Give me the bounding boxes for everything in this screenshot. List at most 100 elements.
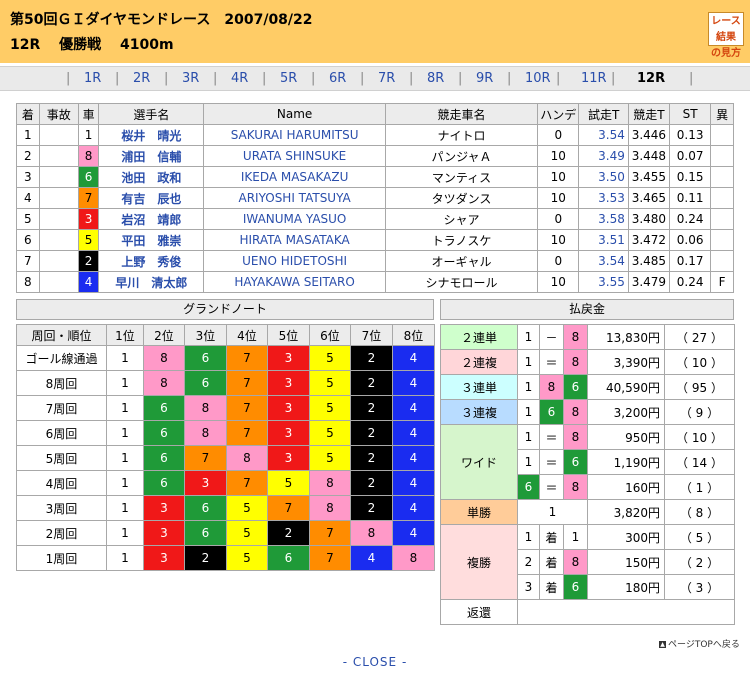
win-car: 1 [517,499,588,525]
abnormality [710,166,734,188]
wide-row-1: ワイド 1 ＝ 8 950円 （ 10 ） [440,424,735,500]
tab-race-12r[interactable]: 12R [637,71,665,86]
result-row: 1 1 桜井 晴光 SAKURAI HARUMITSU ナイトロ 0 3.54 3.446 0.… [16,124,734,146]
grand-note-col-header: 1位 [106,324,144,346]
tab-race-9r[interactable]: 9R [476,71,493,86]
rider-romaji-name: IKEDA MASAKAZU [203,166,386,188]
rider-name-link[interactable]: 平田 雅崇 [98,229,205,251]
abnormality [710,187,734,209]
lap-position-car: 6 [184,345,227,371]
lap-position-car: 7 [184,445,227,471]
lap-position-car: 6 [184,370,227,396]
lap-position-car: 2 [350,470,393,496]
abnormality [710,229,734,251]
tab-separator: | [213,71,218,86]
tab-separator: | [611,71,616,86]
rider-romaji-name: IWANUMA YASUO [203,208,386,230]
tab-race-1r[interactable]: 1R [84,71,101,86]
trio-amount: 3,200円 [587,399,665,425]
handicap: 10 [537,187,580,209]
tab-race-4r[interactable]: 4R [231,71,248,86]
lap-row: 3周回 1 3 6 5 7 8 2 4 [16,495,435,521]
exacta-second: 8 [563,324,588,350]
handicap: 0 [537,124,580,146]
result-rank: 6 [16,229,40,251]
lap-position-car: 4 [392,345,435,371]
wide-2-sep: ＝ [539,449,564,475]
lap-row: 4周回 1 6 3 7 5 8 2 4 [16,470,435,496]
rider-name-link[interactable]: 岩沼 靖郎 [98,208,205,230]
lap-label: ゴール線通過 [16,345,107,371]
race-time: 3.448 [627,145,671,167]
lap-position-car: 8 [143,345,185,371]
rider-name-link[interactable]: 上野 秀俊 [98,250,205,272]
page-top-label: ページTOPへ戻る [668,640,740,650]
results-col-header: 競走車名 [384,103,539,125]
wide-3-amount: 160円 [587,474,665,500]
tab-race-6r[interactable]: 6R [329,71,346,86]
lap-position-car: 5 [309,445,351,471]
result-accident [38,166,79,188]
quinella-first: 1 [517,349,540,375]
quinella-popularity: （ 10 ） [664,349,735,375]
lap-position-car: 6 [184,495,227,521]
handicap: 0 [537,208,580,230]
rider-name-link[interactable]: 有吉 辰也 [98,187,205,209]
lap-position-car: 4 [392,370,435,396]
guide-line-2: の見方 [711,48,741,59]
place-3-rank: 3 [517,574,540,600]
race-time: 3.480 [627,208,671,230]
quinella-amount: 3,390円 [587,349,665,375]
tab-race-8r[interactable]: 8R [427,71,444,86]
result-accident [38,145,79,167]
machine-name: トラノスケ [384,229,539,251]
tab-race-10r[interactable]: 10R [525,71,551,86]
exacta-sep: － [539,324,564,350]
guide-line-1: レース結果 [711,16,741,43]
rider-name-link[interactable]: 池田 政和 [98,166,205,188]
lap-position-car: 4 [392,495,435,521]
wide-2-first: 1 [517,449,540,475]
machine-name: マンティス [384,166,539,188]
results-table: 着事故車選手名 Name 競走車名 ハンデ 試走T 競走T ST 異 1 1 桜井 晴光 SAKUR… [16,103,734,293]
tab-separator: | [360,71,365,86]
result-row: 5 3 岩沼 靖郎 IWANUMA YASUO シャア 0 3.58 3.480 0.24 [16,208,734,230]
close-link[interactable]: - CLOSE - [0,655,750,669]
result-rank: 3 [16,166,40,188]
grand-note-col-header: 2位 [143,324,185,346]
lap-position-car: 5 [226,495,268,521]
abnormality [710,124,734,146]
result-car-number: 4 [77,271,100,293]
lap-label: 5周回 [16,445,107,471]
wide-2-amount: 1,190円 [587,449,665,475]
race-title: 第50回ＧＩダイヤモンドレース 2007/08/22 [10,12,313,28]
rider-name-link[interactable]: 浦田 信輔 [98,145,205,167]
rider-name-link[interactable]: 早川 清太郎 [98,271,205,293]
lap-position-car: 3 [267,370,310,396]
lap-label: 2周回 [16,520,107,546]
result-guide-button[interactable]: レース結果 の見方 [708,12,744,59]
lap-position-car: 4 [350,545,393,571]
place-label: 複勝 [440,524,518,600]
place-1-amount: 300円 [587,524,665,550]
machine-name: シナモロール [384,271,539,293]
start-timing: 0.13 [669,124,712,146]
tab-separator: | [556,71,561,86]
tab-race-5r[interactable]: 5R [280,71,297,86]
lap-position-car: 6 [143,395,185,421]
start-timing: 0.11 [669,187,712,209]
tab-separator: | [409,71,414,86]
abnormality [710,145,734,167]
lap-position-car: 8 [350,520,393,546]
tab-race-7r[interactable]: 7R [378,71,395,86]
lap-position-car: 3 [143,495,185,521]
tab-race-3r[interactable]: 3R [182,71,199,86]
rider-name-link[interactable]: 桜井 晴光 [98,124,205,146]
tab-separator: | [458,71,463,86]
tab-race-11r[interactable]: 11R [581,71,607,86]
page-top-link[interactable]: ▲ ページTOPへ戻る [659,637,740,650]
lap-label: 3周回 [16,495,107,521]
lap-position-car: 2 [350,420,393,446]
start-timing: 0.06 [669,229,712,251]
tab-race-2r[interactable]: 2R [133,71,150,86]
